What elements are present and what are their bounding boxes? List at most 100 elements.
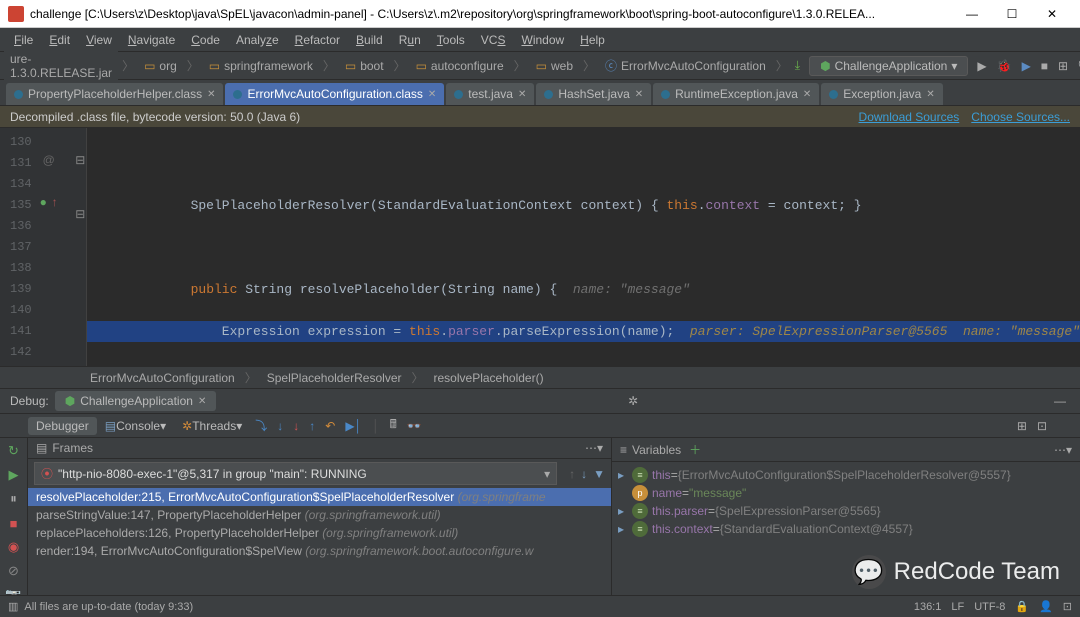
readonly-icon[interactable]: 🔒 — [1015, 600, 1029, 613]
close-icon[interactable]: ✕ — [207, 89, 215, 100]
menu-vcs[interactable]: VCS — [473, 31, 514, 49]
close-icon[interactable]: ✕ — [428, 89, 436, 100]
code-area[interactable]: SpelPlaceholderResolver(StandardEvaluati… — [87, 128, 1080, 366]
search-icon[interactable]: 🔍 — [1073, 56, 1080, 76]
prev-frame-icon[interactable]: ↑ — [569, 467, 575, 481]
restore-icon[interactable]: ⊡ — [1032, 417, 1052, 435]
run-config-dropdown[interactable]: ⬢ ChallengeApplication ▾ — [809, 56, 968, 76]
close-button[interactable]: ✕ — [1032, 0, 1072, 28]
close-icon[interactable]: ✕ — [518, 89, 526, 100]
menu-help[interactable]: Help — [572, 31, 613, 49]
var-row[interactable]: ▸≡this = {ErrorMvcAutoConfiguration$Spel… — [618, 466, 1074, 484]
add-watch-icon[interactable]: ＋ — [689, 441, 701, 458]
bc-web[interactable]: ▭web — [530, 57, 579, 75]
bc-boot[interactable]: ▭boot — [339, 57, 390, 75]
minimize-button[interactable]: — — [952, 0, 992, 28]
filter-icon[interactable]: ▼ — [593, 467, 605, 481]
force-step-into-icon[interactable]: ↓ — [288, 417, 304, 435]
encoding[interactable]: UTF-8 — [974, 601, 1005, 613]
breakpoints-icon[interactable]: ◉ — [5, 538, 23, 556]
evaluate-icon[interactable]: 🖩 — [385, 413, 402, 438]
bc2-method[interactable]: resolvePlaceholder() — [434, 371, 544, 385]
bc-org[interactable]: ▭org — [138, 57, 183, 75]
drop-frame-icon[interactable]: ↶ — [320, 417, 340, 435]
line-ending[interactable]: LF — [951, 601, 964, 613]
frame-list[interactable]: resolvePlaceholder:215, ErrorMvcAutoConf… — [28, 488, 611, 608]
next-frame-icon[interactable]: ↓ — [581, 467, 587, 481]
tab-hashset[interactable]: HashSet.java✕ — [536, 83, 651, 105]
close-icon[interactable]: ✕ — [635, 89, 643, 100]
close-icon[interactable]: ✕ — [198, 396, 206, 407]
run-button[interactable]: ▶ — [972, 56, 991, 76]
watch-icon[interactable]: 👓 — [402, 417, 427, 435]
resume-icon[interactable]: ▶ — [5, 466, 23, 484]
cursor-position[interactable]: 136:1 — [914, 601, 942, 613]
var-row[interactable]: ▸≡this.parser = {SpelExpressionParser@55… — [618, 502, 1074, 520]
pause-icon[interactable]: ⏸ — [5, 490, 23, 508]
frame-item[interactable]: resolvePlaceholder:215, ErrorMvcAutoConf… — [28, 488, 611, 506]
debug-button[interactable]: 🐞 — [992, 56, 1017, 76]
coverage-button[interactable]: ▶ — [1017, 56, 1036, 76]
debug-session-tab[interactable]: ⬢ ChallengeApplication ✕ — [55, 391, 217, 411]
variables-tree[interactable]: ▸≡this = {ErrorMvcAutoConfiguration$Spel… — [612, 462, 1080, 542]
rerun-icon[interactable]: ↻ — [5, 442, 23, 460]
frame-item[interactable]: parseStringValue:147, PropertyPlaceholde… — [28, 506, 611, 524]
close-icon[interactable]: ✕ — [803, 89, 811, 100]
frames-options-icon[interactable]: ⋯▾ — [585, 441, 603, 455]
var-row[interactable]: ▸≡this.context = {StandardEvaluationCont… — [618, 520, 1074, 538]
choose-sources-link[interactable]: Choose Sources... — [971, 110, 1070, 124]
minimize-icon[interactable]: ― — [1050, 394, 1070, 408]
download-sources-link[interactable]: Download Sources — [859, 110, 960, 124]
console-tab[interactable]: ▤ Console ▾ — [97, 417, 174, 435]
build-icon[interactable]: ⤓ — [790, 55, 805, 76]
bc-spring[interactable]: ▭springframework — [203, 57, 319, 75]
tab-errormvc[interactable]: ErrorMvcAutoConfiguration.class✕ — [225, 83, 444, 105]
menu-refactor[interactable]: Refactor — [287, 31, 348, 49]
maximize-button[interactable]: ☐ — [992, 0, 1032, 28]
menu-navigate[interactable]: Navigate — [120, 31, 183, 49]
gear-icon[interactable]: ✲ — [624, 394, 642, 408]
tab-test[interactable]: test.java✕ — [446, 83, 534, 105]
menu-view[interactable]: View — [78, 31, 120, 49]
bc2-class[interactable]: ErrorMvcAutoConfiguration — [90, 371, 235, 385]
tab-exception[interactable]: Exception.java✕ — [821, 83, 942, 105]
mem-icon[interactable]: ⊡ — [1063, 600, 1072, 613]
step-out-icon[interactable]: ↑ — [304, 417, 320, 435]
threads-tab[interactable]: ✲ Threads ▾ — [174, 417, 250, 435]
close-icon[interactable]: ✕ — [926, 89, 934, 100]
bc-class[interactable]: ⓒErrorMvcAutoConfiguration — [599, 55, 772, 76]
thread-icon: ⦿ — [41, 465, 53, 482]
var-row[interactable]: pname = "message" — [618, 484, 1074, 502]
tab-runtimeexception[interactable]: RuntimeException.java✕ — [653, 83, 819, 105]
menu-tools[interactable]: Tools — [429, 31, 473, 49]
hector-icon[interactable]: 👤 — [1039, 600, 1053, 613]
frame-item[interactable]: render:194, ErrorMvcAutoConfiguration$Sp… — [28, 542, 611, 560]
step-into-icon[interactable]: ↓ — [272, 417, 288, 435]
bc-jar[interactable]: ure-1.3.0.RELEASE.jar — [4, 50, 118, 82]
mute-bp-icon[interactable]: ⊘ — [5, 562, 23, 580]
menu-code[interactable]: Code — [183, 31, 228, 49]
structure-icon[interactable]: ⊞ — [1053, 56, 1073, 76]
code-editor[interactable]: 130131134135136137138139140141142 @ ● ↑ … — [0, 128, 1080, 366]
menu-run[interactable]: Run — [391, 31, 429, 49]
var-options-icon[interactable]: ⋯▾ — [1054, 443, 1072, 457]
thread-dropdown[interactable]: ⦿ "http-nio-8080-exec-1"@5,317 in group … — [34, 462, 557, 485]
status-left-icon[interactable]: ▥ — [8, 600, 18, 613]
stop-icon[interactable]: ■ — [5, 514, 23, 532]
frame-item[interactable]: replacePlaceholders:126, PropertyPlaceho… — [28, 524, 611, 542]
run-to-cursor-icon[interactable]: ▶│ — [340, 417, 367, 435]
bc2-resolver[interactable]: SpelPlaceholderResolver — [267, 371, 402, 385]
fold-column[interactable]: ⊟ ⊟ — [75, 128, 87, 366]
stop-button[interactable]: ■ — [1036, 56, 1053, 76]
bc-auto[interactable]: ▭autoconfigure — [410, 57, 510, 75]
tab-propertyplaceholder[interactable]: PropertyPlaceholderHelper.class✕ — [6, 83, 223, 105]
menu-window[interactable]: Window — [513, 31, 572, 49]
step-over-icon[interactable]: ⤵ — [250, 415, 272, 436]
menu-edit[interactable]: Edit — [41, 31, 78, 49]
layout-icon[interactable]: ⊞ — [1012, 417, 1032, 435]
menu-file[interactable]: File — [6, 31, 41, 49]
menu-build[interactable]: Build — [348, 31, 391, 49]
menu-analyze[interactable]: Analyze — [228, 31, 287, 49]
debugger-tab[interactable]: Debugger — [28, 417, 97, 435]
line-gutter: 130131134135136137138139140141142 — [0, 128, 38, 366]
